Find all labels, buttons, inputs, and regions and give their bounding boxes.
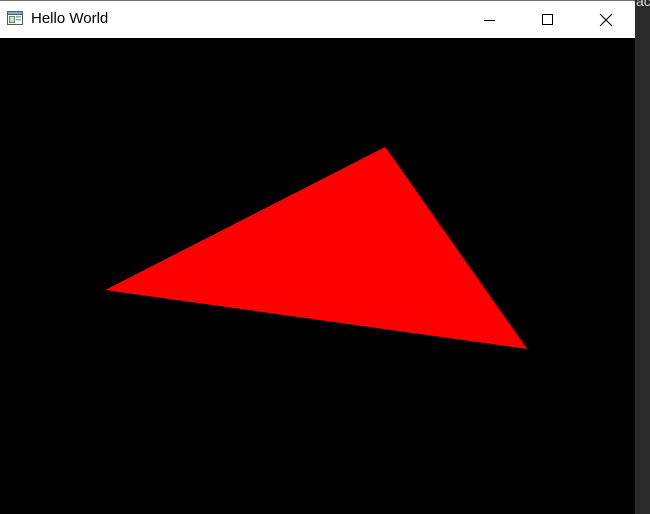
background-window-text: ac bbox=[636, 0, 650, 9]
render-canvas[interactable] bbox=[0, 38, 635, 514]
maximize-icon bbox=[542, 13, 553, 25]
minimize-button[interactable] bbox=[461, 1, 519, 38]
app-window: Hello World bbox=[0, 0, 635, 514]
close-icon bbox=[599, 13, 613, 26]
minimize-icon bbox=[484, 19, 495, 21]
canvas-surface bbox=[0, 38, 635, 514]
close-button[interactable] bbox=[577, 1, 635, 38]
window-app-icon bbox=[7, 11, 23, 25]
window-title: Hello World bbox=[31, 10, 109, 27]
maximize-button[interactable] bbox=[519, 1, 577, 38]
title-bar[interactable]: Hello World bbox=[0, 1, 635, 38]
desktop-background bbox=[635, 0, 650, 513]
